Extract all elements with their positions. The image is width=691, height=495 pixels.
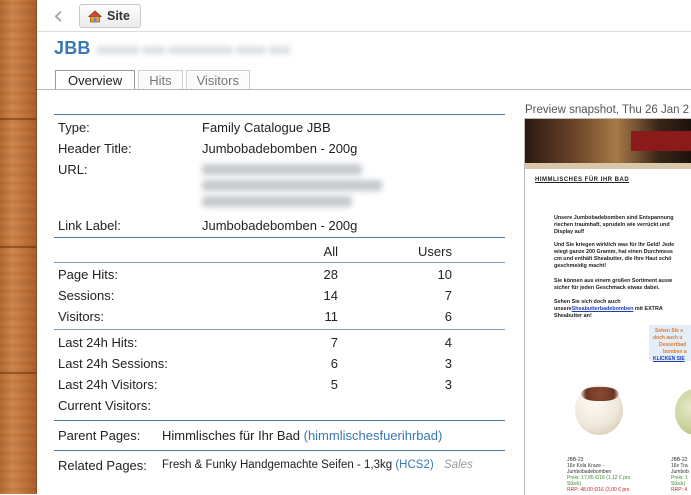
related-page-link[interactable]: Fresh & Funky Handgemachte Seifen - 1,3k…: [162, 455, 434, 476]
type-value: Family Catalogue JBB: [202, 120, 331, 135]
page-details: Type: Family Catalogue JBB Header Title:…: [54, 114, 505, 476]
preview-snapshot[interactable]: HIMMLISCHES FÜR IHR BAD Unsere Jumbobade…: [524, 118, 691, 495]
toolbar-divider: [37, 31, 691, 32]
stat-users: 6: [444, 309, 452, 324]
product-image-topping: [581, 387, 619, 401]
parent-page-name: Himmlisches für Ihr Bad: [162, 428, 300, 443]
related-pages-row: Related Pages: Fresh & Funky Handgemacht…: [54, 455, 505, 476]
stat-users: 7: [444, 288, 452, 303]
stats-row: Last 24h Visitors: 5 3: [54, 374, 505, 395]
product-info: JBB-23 16x Kola Kraze - Jumbobadebomben …: [567, 457, 631, 493]
preview-banner: [525, 119, 691, 163]
type-label: Type:: [58, 120, 90, 135]
url-label: URL:: [58, 162, 88, 177]
detail-row-header-title: Header Title: Jumbobadebomben - 200g: [54, 138, 505, 159]
column-header-users: Users: [418, 244, 452, 259]
stats-row: Current Visitors:: [54, 395, 505, 416]
chevron-left-icon[interactable]: ‹: [53, 3, 73, 29]
tab-overview[interactable]: Overview: [55, 70, 136, 89]
related-page-tag: Sales: [444, 459, 473, 471]
stat-label: Sessions:: [58, 288, 115, 303]
related-page-code: (HCS2): [395, 459, 434, 471]
stat-all: 14: [323, 288, 338, 303]
preview-paragraph: Sie können aus einem großen Sortiment au…: [554, 278, 673, 291]
stat-users: 3: [444, 377, 452, 392]
link-label-label: Link Label:: [58, 218, 121, 233]
preview-nav-strip: [525, 163, 691, 169]
stats-row: Last 24h Sessions: 6 3: [54, 353, 505, 374]
stat-users: 10: [437, 267, 452, 282]
parent-pages-label: Parent Pages:: [58, 428, 141, 443]
product-info: JBB-22 16x Tra Jumbob Preis: 1 Stück) RR…: [671, 457, 689, 493]
stat-label: Last 24h Hits:: [58, 335, 138, 350]
tabs-divider: [37, 89, 691, 90]
main-panel: ‹ Site JBB xxxxxx-xxx-xxxxxxxxx-xxxx-xxx…: [37, 0, 691, 495]
preview-heading: HIMMLISCHES FÜR IHR BAD: [535, 177, 630, 183]
redacted-url: [202, 159, 382, 212]
related-pages-label: Related Pages:: [58, 458, 147, 473]
preview-paragraph: Sehen Sie sich doch auch unsereSheabutte…: [554, 299, 663, 319]
tab-hits[interactable]: Hits: [138, 70, 183, 89]
stat-label: Last 24h Sessions:: [58, 356, 168, 371]
tab-visitors[interactable]: Visitors: [185, 70, 250, 89]
parent-page-link[interactable]: Himmlisches für Ihr Bad (himmlischesfuer…: [162, 425, 442, 446]
stat-all: 11: [324, 309, 339, 324]
header-title-value: Jumbobadebomben - 200g: [202, 141, 358, 156]
parent-page-slug: (himmlischesfuerihrbad): [303, 428, 443, 443]
house-icon: [88, 9, 102, 22]
stat-all: 28: [323, 267, 338, 282]
related-page-name: Fresh & Funky Handgemachte Seifen - 1,3k…: [162, 459, 393, 471]
preview-paragraph: Und Sie kriegen wirklich was für Ihr Gel…: [554, 242, 675, 269]
preview-promo-box: Sehen Sie s doch auch u Dessertbad bombe…: [649, 325, 691, 362]
header-title-label: Header Title:: [58, 141, 132, 156]
stat-all: 7: [330, 335, 338, 350]
stat-users: 3: [444, 356, 452, 371]
preview-snapshot-label: Preview snapshot, Thu 26 Jan 2: [525, 104, 690, 116]
parent-pages-row: Parent Pages: Himmlisches für Ihr Bad (h…: [54, 425, 505, 446]
page-title: JBB: [54, 38, 91, 58]
stats-row: Last 24h Hits: 7 4: [54, 332, 505, 353]
tab-bar: Overview Hits Visitors: [55, 70, 250, 89]
stat-label: Visitors:: [58, 309, 104, 324]
stats-row: Sessions: 14 7: [54, 285, 505, 306]
detail-row-type: Type: Family Catalogue JBB: [54, 117, 505, 138]
stats-row: Page Hits: 28 10: [54, 264, 505, 285]
stat-users: 4: [444, 335, 452, 350]
detail-row-link-label: Link Label: Jumbobadebomben - 200g: [54, 215, 505, 236]
site-button-label: Site: [107, 9, 130, 23]
page-title-row: JBB xxxxxx-xxx-xxxxxxxxx-xxxx-xxx: [54, 38, 290, 59]
product-image: [675, 389, 691, 435]
desktop-wood-background: [0, 0, 37, 494]
stat-label: Last 24h Visitors:: [58, 377, 158, 392]
stat-label: Page Hits:: [58, 267, 118, 282]
stats-row: Visitors: 11 6: [54, 306, 505, 327]
stats-header-row: All Users: [54, 241, 505, 262]
site-button[interactable]: Site: [79, 4, 141, 28]
stat-label: Current Visitors:: [58, 398, 151, 413]
stat-all: 6: [330, 356, 338, 371]
column-header-all: All: [323, 244, 338, 259]
detail-row-url: URL:: [54, 159, 505, 215]
preview-paragraph: Unsere Jumbobadebomben sind Entspannung r…: [554, 215, 674, 235]
stat-all: 5: [330, 377, 338, 392]
redacted-site-url: xxxxxx-xxx-xxxxxxxxx-xxxx-xxx: [96, 40, 291, 57]
link-label-value: Jumbobadebomben - 200g: [202, 218, 358, 233]
